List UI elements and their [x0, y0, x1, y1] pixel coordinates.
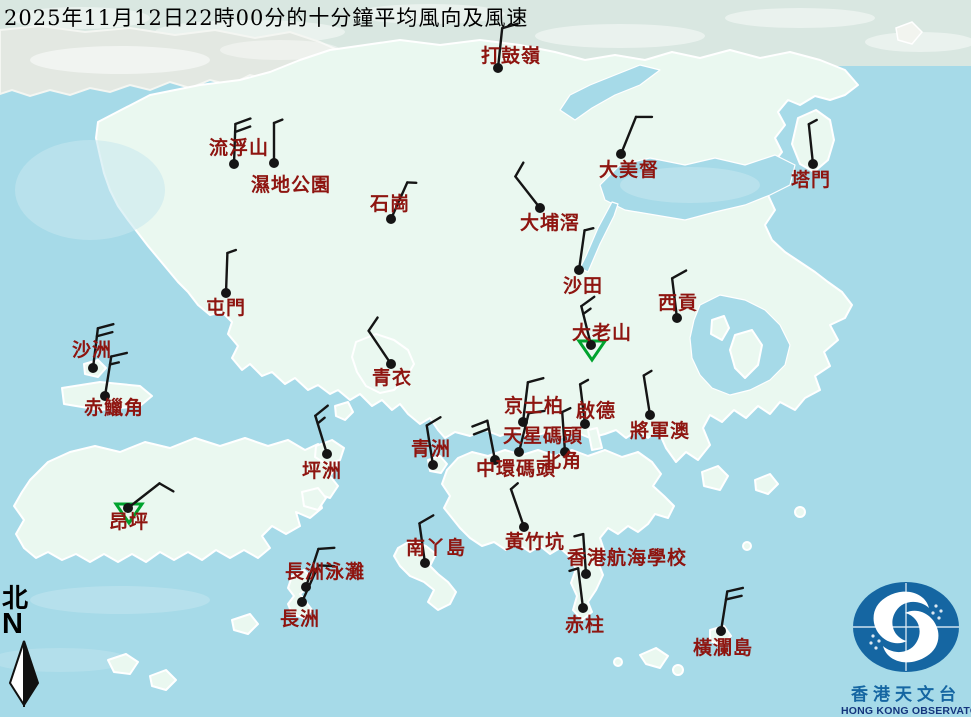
- hko-logo: 香港天文台 HONG KONG OBSERVATORY: [841, 580, 971, 717]
- station-dot: [297, 597, 307, 607]
- north-arrow-icon: [2, 639, 48, 707]
- station-label: 大老山: [572, 324, 632, 344]
- station-label: 青洲: [411, 440, 451, 460]
- station-label: 昂坪: [109, 513, 149, 533]
- station-dot: [581, 569, 591, 579]
- station-dot: [672, 313, 682, 323]
- station-dot: [808, 159, 818, 169]
- compass-north-letter: N: [2, 610, 48, 639]
- station-label: 西貢: [658, 294, 698, 314]
- station-dot: [645, 410, 655, 420]
- hko-logo-name-en: HONG KONG OBSERVATORY: [841, 705, 971, 717]
- station-label: 青衣: [372, 369, 412, 389]
- wind-map-page: { "title": "2025年11月12日22時00分的十分鐘平均風向及風速…: [0, 0, 971, 700]
- station-dot: [322, 449, 332, 459]
- station-label: 赤鱲角: [84, 399, 144, 419]
- station-label: 坪洲: [302, 462, 342, 482]
- station-label: 啟德: [576, 402, 616, 422]
- station-label: 濕地公園: [251, 176, 331, 196]
- station-label: 北角: [542, 452, 582, 472]
- station-label: 石崗: [370, 195, 410, 215]
- station-label: 長洲泳灘: [285, 563, 365, 583]
- station-label: 屯門: [206, 299, 246, 319]
- station-label: 天星碼頭: [503, 427, 583, 447]
- station-dot: [269, 158, 279, 168]
- station-dot: [428, 460, 438, 470]
- compass: 北 N: [2, 586, 48, 711]
- hko-logo-name-cjk: 香港天文台: [841, 680, 971, 705]
- station-dot: [88, 363, 98, 373]
- station-label: 長洲: [280, 610, 320, 630]
- station-label: 將軍澳: [630, 422, 690, 442]
- station-label: 大埔滘: [520, 214, 580, 234]
- station-label: 沙田: [563, 277, 603, 297]
- station-label: 香港航海學校: [567, 549, 687, 569]
- station-dot: [386, 214, 396, 224]
- station-label: 大美督: [599, 161, 659, 181]
- station-label: 打鼓嶺: [481, 47, 541, 67]
- station-dot: [616, 149, 626, 159]
- station-dot: [574, 265, 584, 275]
- map-title: 2025年11月12日22時00分的十分鐘平均風向及風速: [4, 2, 528, 32]
- hong-kong-map: [0, 0, 971, 700]
- station-label: 流浮山: [209, 139, 269, 159]
- station-label: 南丫島: [406, 539, 466, 559]
- station-label: 沙洲: [72, 341, 112, 361]
- station-label: 京士柏: [504, 397, 564, 417]
- station-label: 橫瀾島: [693, 639, 753, 659]
- station-label: 黃竹坑: [505, 533, 565, 553]
- station-dot: [420, 558, 430, 568]
- station-dot: [229, 159, 239, 169]
- station-dot: [578, 603, 588, 613]
- station-label: 塔門: [791, 171, 831, 191]
- hko-logo-icon: [841, 580, 971, 674]
- station-label: 赤柱: [565, 616, 605, 636]
- station-dot: [716, 626, 726, 636]
- station-dot: [514, 447, 524, 457]
